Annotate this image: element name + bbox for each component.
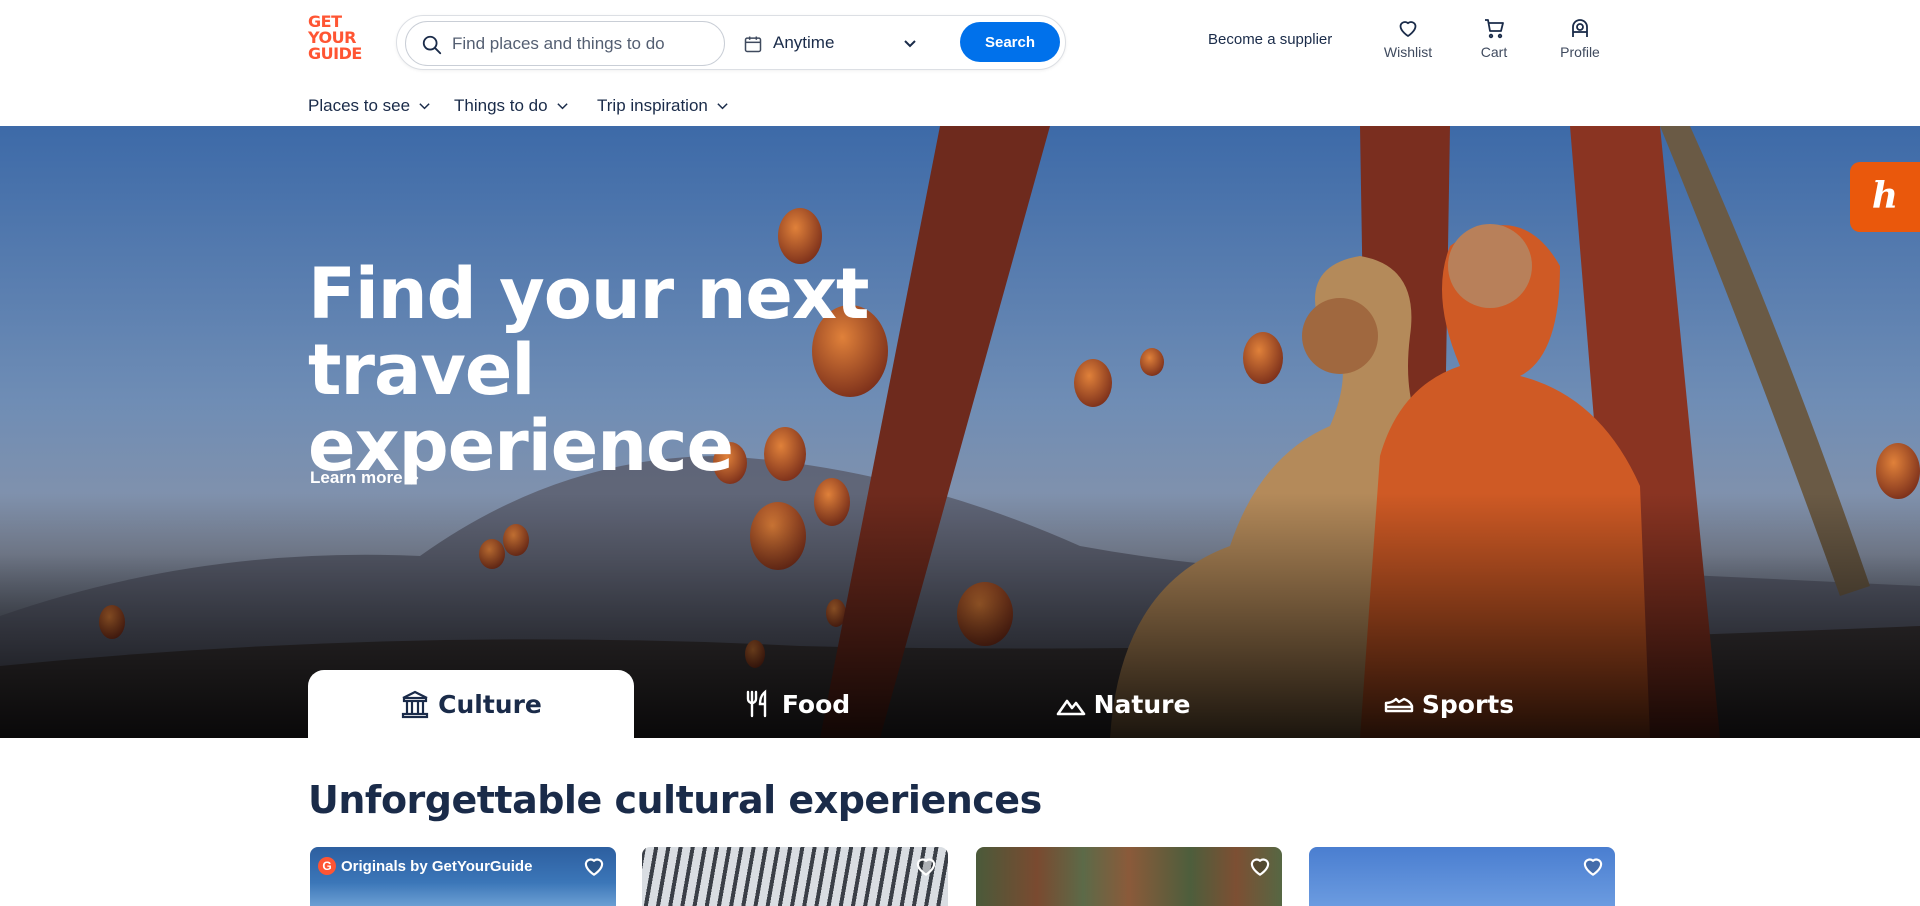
search-field[interactable] [405, 21, 725, 66]
tab-nature-label: Nature [1093, 689, 1191, 719]
nav-trip-label: Trip inspiration [597, 96, 708, 115]
hero-title-line-1: Find your next travel [308, 253, 870, 411]
become-supplier-link[interactable]: Become a supplier [1208, 31, 1332, 48]
cart-label: Cart [1480, 44, 1508, 60]
tab-sports[interactable]: Sports [1286, 670, 1612, 738]
site-header: GET YOUR GUIDE Anytime Search Become a s… [0, 0, 1920, 126]
originals-badge-label: Originals by GetYourGuide [341, 857, 533, 875]
profile-label: Profile [1560, 44, 1600, 60]
nature-icon [1056, 699, 1085, 716]
profile-icon [1572, 19, 1588, 37]
chevron-down-icon [419, 102, 430, 109]
hero-title: Find your next travel experience [308, 256, 1008, 484]
food-icon [746, 689, 767, 718]
wishlist-label: Wishlist [1383, 44, 1433, 60]
originals-logo-icon: G [318, 857, 336, 875]
nav-things-label: Things to do [454, 96, 548, 115]
chevron-down-icon [556, 102, 568, 109]
chevron-right-icon [409, 471, 419, 485]
honey-extension-button[interactable]: h [1850, 162, 1920, 232]
hero-banner: Find your next travel experience Learn m… [0, 126, 1920, 738]
tab-food[interactable]: Food [634, 670, 960, 738]
experience-card[interactable] [976, 847, 1282, 906]
category-tabs: Culture Food Nature Sports [308, 670, 1612, 738]
search-icon [422, 35, 442, 55]
nav-places-label: Places to see [308, 96, 411, 115]
nav-places-to-see[interactable]: Places to see [308, 94, 431, 118]
tab-sports-label: Sports [1421, 689, 1515, 719]
nav-trip-inspiration[interactable]: Trip inspiration [597, 94, 729, 118]
sports-icon [1384, 697, 1414, 713]
getyourguide-logo[interactable]: GET YOUR GUIDE [308, 14, 370, 64]
cart-button[interactable]: Cart [1459, 14, 1529, 68]
wishlist-button[interactable]: Wishlist [1373, 14, 1443, 68]
profile-button[interactable]: Profile [1545, 14, 1615, 68]
heart-icon [1399, 21, 1417, 37]
learn-more-label: Learn more [310, 468, 403, 487]
learn-more-link[interactable]: Learn more [310, 468, 419, 488]
heart-icon[interactable] [580, 853, 608, 879]
originals-badge: G Originals by GetYourGuide [318, 857, 532, 875]
experience-card[interactable]: G Originals by GetYourGuide [310, 847, 616, 906]
calendar-icon [744, 36, 762, 53]
heart-icon[interactable] [912, 853, 940, 879]
date-picker[interactable]: Anytime [733, 21, 953, 66]
logo-line-3: GUIDE [308, 44, 362, 63]
search-input[interactable] [452, 30, 712, 58]
date-picker-value: Anytime [773, 33, 835, 52]
search-button[interactable]: Search [960, 22, 1060, 62]
chevron-down-icon [904, 40, 916, 48]
tab-culture[interactable]: Culture [308, 670, 634, 738]
tab-culture-label: Culture [438, 689, 542, 719]
experience-card[interactable] [1309, 847, 1615, 906]
section-title: Unforgettable cultural experiences [308, 778, 1042, 822]
tab-food-label: Food [781, 689, 851, 719]
tab-nature[interactable]: Nature [960, 670, 1286, 738]
experience-card[interactable] [642, 847, 948, 906]
culture-icon [402, 690, 429, 719]
heart-icon[interactable] [1579, 853, 1607, 879]
cart-icon [1485, 19, 1504, 39]
search-bar: Anytime Search [396, 15, 1066, 70]
heart-icon[interactable] [1246, 853, 1274, 879]
nav-things-to-do[interactable]: Things to do [454, 94, 569, 118]
chevron-down-icon [717, 102, 728, 109]
